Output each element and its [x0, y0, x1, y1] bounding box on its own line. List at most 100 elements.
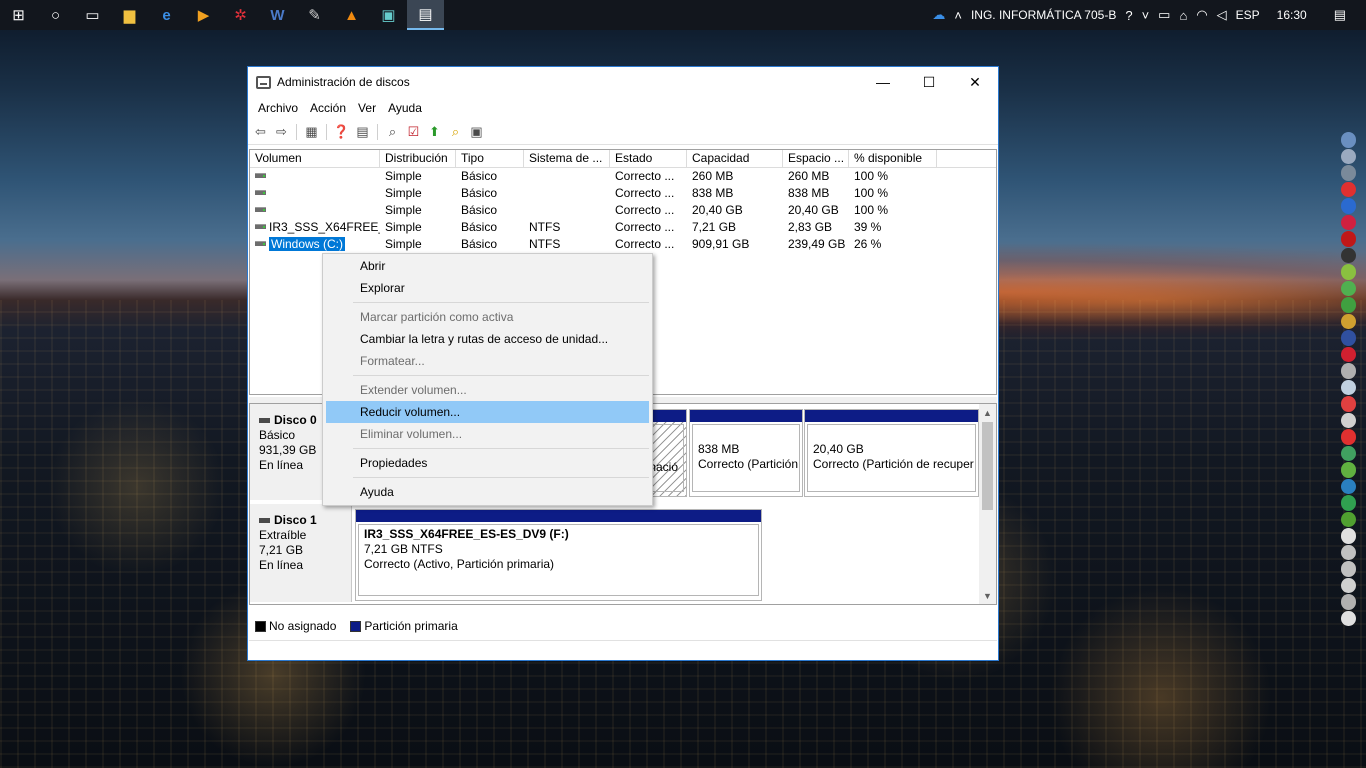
app-icon[interactable]: [1341, 132, 1356, 148]
column-header-estado[interactable]: Estado: [610, 150, 687, 168]
app-icon[interactable]: [1341, 280, 1356, 296]
chevron-down-icon[interactable]: ˅: [1142, 8, 1150, 23]
menu-item-explorar[interactable]: Explorar: [326, 277, 649, 299]
view-icon[interactable]: ▣: [467, 123, 486, 141]
app-icon[interactable]: [1341, 165, 1356, 181]
menu-item-reducir[interactable]: Reducir volumen...: [326, 401, 649, 423]
red-app-icon[interactable]: ✲: [222, 0, 259, 30]
minimize-button[interactable]: —: [860, 67, 906, 97]
menu-ver[interactable]: Ver: [352, 101, 382, 115]
app-icon[interactable]: [1341, 462, 1356, 478]
app-icon[interactable]: [1341, 396, 1356, 412]
disk-management-icon[interactable]: ▤: [407, 0, 444, 30]
app-icon[interactable]: [1341, 346, 1356, 362]
app-icon[interactable]: [1341, 297, 1356, 313]
menu-item-propiedades[interactable]: Propiedades: [326, 452, 649, 474]
connect-icon[interactable]: ⌕: [383, 123, 402, 141]
edge-icon[interactable]: e: [148, 0, 185, 30]
menu-accion[interactable]: Acción: [304, 101, 352, 115]
column-header-capacidad[interactable]: Capacidad: [687, 150, 783, 168]
title-bar[interactable]: Administración de discos — ☐ ✕: [248, 67, 998, 97]
windows-start-icon[interactable]: ⊞: [0, 0, 37, 30]
column-header-sistema[interactable]: Sistema de ...: [524, 150, 610, 168]
app-icon[interactable]: [1341, 363, 1356, 379]
app-icon[interactable]: [1341, 198, 1356, 214]
help-icon[interactable]: ?: [1125, 8, 1132, 23]
disk-1-label[interactable]: Disco 1 Extraíble 7,21 GB En línea: [250, 504, 352, 602]
close-button[interactable]: ✕: [952, 67, 998, 97]
clock[interactable]: 16:30: [1277, 8, 1307, 22]
partition-f[interactable]: IR3_SSS_X64FREE_ES-ES_DV9 (F:) 7,21 GB N…: [355, 509, 762, 601]
column-header-espacio[interactable]: Espacio ...: [783, 150, 849, 168]
app-icon[interactable]: [1341, 577, 1356, 593]
task-view-icon[interactable]: ▭: [74, 0, 111, 30]
app-icon[interactable]: [1341, 429, 1356, 445]
file-explorer-icon[interactable]: ▆: [111, 0, 148, 30]
vlc-icon[interactable]: ▲: [333, 0, 370, 30]
cortana-icon[interactable]: ○: [37, 0, 74, 30]
app-icon[interactable]: [1341, 544, 1356, 560]
menu-item-abrir[interactable]: Abrir: [326, 255, 649, 277]
table-row[interactable]: Simple Básico Correcto ... 20,40 GB 20,4…: [250, 202, 996, 219]
scroll-down-icon[interactable]: ▼: [979, 587, 996, 604]
maximize-button[interactable]: ☐: [906, 67, 952, 97]
app-icon[interactable]: [1341, 561, 1356, 577]
language-indicator[interactable]: ESP: [1236, 8, 1260, 22]
app-icon[interactable]: [1341, 495, 1356, 511]
app-icon[interactable]: [1341, 247, 1356, 263]
scroll-thumb[interactable]: [982, 422, 993, 510]
app-icon[interactable]: [1341, 445, 1356, 461]
app-icon[interactable]: [1341, 412, 1356, 428]
table-row[interactable]: Simple Básico Correcto ... 260 MB 260 MB…: [250, 168, 996, 185]
wifi-icon[interactable]: ◠: [1196, 7, 1207, 23]
chevron-up-icon[interactable]: ˄: [954, 8, 962, 23]
table-row[interactable]: Simple Básico Correcto ... 838 MB 838 MB…: [250, 185, 996, 202]
trash-icon[interactable]: [1341, 610, 1356, 626]
app-icon[interactable]: [1341, 181, 1356, 197]
menu-item-cambiar-letra[interactable]: Cambiar la letra y rutas de acceso de un…: [326, 328, 649, 350]
toolbar-separator: [296, 123, 297, 140]
app-icon[interactable]: [1341, 528, 1356, 544]
table-row[interactable]: IR3_SSS_X64FREE_... Simple Básico NTFS C…: [250, 219, 996, 236]
onedrive-icon[interactable]: ☁: [932, 7, 945, 23]
column-header-volumen[interactable]: Volumen: [250, 150, 380, 168]
remote-desktop-icon[interactable]: ▣: [370, 0, 407, 30]
scroll-up-icon[interactable]: ▲: [979, 404, 996, 421]
network-name[interactable]: ING. INFORMÁTICA 705-B: [971, 8, 1116, 22]
back-arrow-icon[interactable]: ⇦: [251, 123, 270, 141]
volume-icon[interactable]: ◁: [1217, 7, 1227, 23]
app-icon[interactable]: [1341, 231, 1356, 247]
column-header-disponible[interactable]: % disponible: [849, 150, 937, 168]
app-icon[interactable]: [1341, 264, 1356, 280]
properties-icon[interactable]: ▤: [353, 123, 372, 141]
upload-icon[interactable]: ⬆: [425, 123, 444, 141]
checklist-icon[interactable]: ☑: [404, 123, 423, 141]
media-player-icon[interactable]: ▶: [185, 0, 222, 30]
app-icon[interactable]: [1341, 330, 1356, 346]
app-icon[interactable]: [1341, 379, 1356, 395]
app-icon[interactable]: [1341, 511, 1356, 527]
pen-tool-icon[interactable]: ✎: [296, 0, 333, 30]
forward-arrow-icon[interactable]: ⇨: [272, 123, 291, 141]
usb-icon[interactable]: ⌂: [1179, 8, 1187, 23]
column-header-tipo[interactable]: Tipo: [456, 150, 524, 168]
notifications-icon[interactable]: ▤: [1334, 7, 1346, 23]
table-row-selected[interactable]: Windows (C:) Simple Básico NTFS Correcto…: [250, 236, 996, 253]
partition-838mb[interactable]: 838 MB Correcto (Partición: [689, 409, 803, 497]
vertical-scrollbar[interactable]: ▲ ▼: [979, 404, 996, 604]
menu-item-ayuda[interactable]: Ayuda: [326, 481, 649, 503]
word-icon[interactable]: W: [259, 0, 296, 30]
search-icon[interactable]: ⌕: [446, 123, 465, 141]
menu-ayuda[interactable]: Ayuda: [382, 101, 428, 115]
console-tree-icon[interactable]: ▦: [302, 123, 321, 141]
app-icon[interactable]: [1341, 313, 1356, 329]
app-icon[interactable]: [1341, 478, 1356, 494]
column-header-distribucion[interactable]: Distribución: [380, 150, 456, 168]
battery-icon[interactable]: ▭: [1158, 7, 1170, 23]
app-icon[interactable]: [1341, 148, 1356, 164]
app-icon[interactable]: [1341, 214, 1356, 230]
app-icon[interactable]: [1341, 594, 1356, 610]
menu-archivo[interactable]: Archivo: [252, 101, 304, 115]
help-icon[interactable]: ❓: [332, 123, 351, 141]
partition-recovery[interactable]: 20,40 GB Correcto (Partición de recuper: [804, 409, 979, 497]
